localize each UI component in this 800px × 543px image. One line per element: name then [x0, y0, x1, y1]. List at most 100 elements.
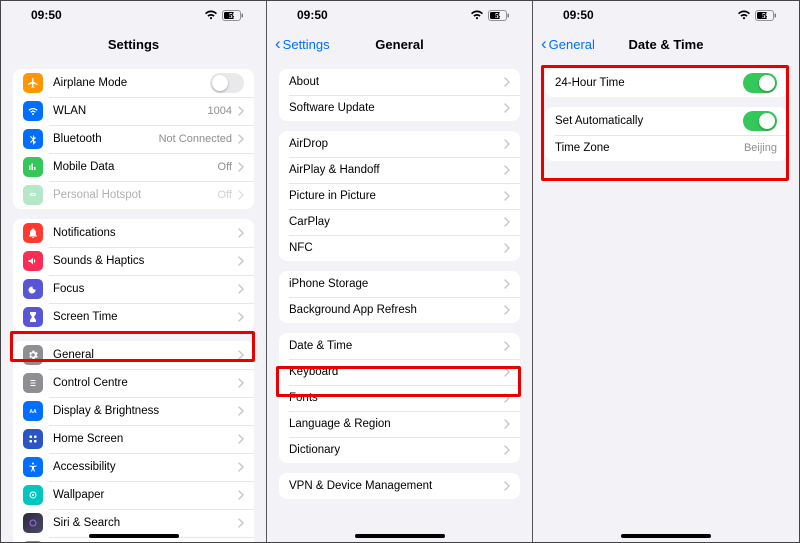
- row-label: About: [289, 76, 504, 88]
- datetime-group-24h: 24-Hour Time: [545, 69, 787, 97]
- chevron-right-icon: [504, 481, 510, 491]
- 24hour-toggle[interactable]: [743, 73, 777, 93]
- row-airdrop[interactable]: AirDrop: [279, 131, 520, 157]
- row-dictionary[interactable]: Dictionary: [279, 437, 520, 463]
- navbar: ‹General Date & Time: [533, 29, 799, 59]
- row-home-screen[interactable]: Home Screen: [13, 425, 254, 453]
- chevron-right-icon: [238, 406, 244, 416]
- row-carplay[interactable]: CarPlay: [279, 209, 520, 235]
- row-airplay[interactable]: AirPlay & Handoff: [279, 157, 520, 183]
- control-centre-icon: [23, 373, 43, 393]
- row-label: Background App Refresh: [289, 304, 504, 316]
- accessibility-icon: [23, 457, 43, 477]
- chevron-right-icon: [504, 217, 510, 227]
- home-indicator[interactable]: [89, 534, 179, 538]
- phone-date-time: 09:50 59 ‹General Date & Time 24-Hour Ti…: [533, 1, 799, 542]
- row-label: AirDrop: [289, 138, 504, 150]
- row-label: Date & Time: [289, 340, 504, 352]
- battery-icon: 59: [755, 10, 777, 21]
- chevron-right-icon: [504, 445, 510, 455]
- home-indicator[interactable]: [621, 534, 711, 538]
- svg-text:AA: AA: [29, 409, 37, 415]
- row-nfc[interactable]: NFC: [279, 235, 520, 261]
- row-pip[interactable]: Picture in Picture: [279, 183, 520, 209]
- chevron-right-icon: [238, 284, 244, 294]
- row-control-centre[interactable]: Control Centre: [13, 369, 254, 397]
- navbar-title: Date & Time: [629, 37, 704, 52]
- row-vpn[interactable]: VPN & Device Management: [279, 473, 520, 499]
- row-date-time[interactable]: Date & Time: [279, 333, 520, 359]
- airplane-toggle[interactable]: [210, 73, 244, 93]
- wifi-icon: [737, 10, 751, 20]
- row-label: Picture in Picture: [289, 190, 504, 202]
- chevron-right-icon: [238, 228, 244, 238]
- row-wlan[interactable]: WLAN 1004: [13, 97, 254, 125]
- row-wallpaper[interactable]: Wallpaper: [13, 481, 254, 509]
- settings-group-notifications: Notifications Sounds & Haptics Focus Scr…: [13, 219, 254, 331]
- row-display[interactable]: AA Display & Brightness: [13, 397, 254, 425]
- row-keyboard[interactable]: Keyboard: [279, 359, 520, 385]
- svg-text:59: 59: [495, 12, 503, 20]
- row-label: Software Update: [289, 102, 504, 114]
- chevron-right-icon: [504, 305, 510, 315]
- row-siri[interactable]: Siri & Search: [13, 509, 254, 537]
- row-mobile-data[interactable]: Mobile Data Off: [13, 153, 254, 181]
- bluetooth-icon: [23, 129, 43, 149]
- row-bg-refresh[interactable]: Background App Refresh: [279, 297, 520, 323]
- row-about[interactable]: About: [279, 69, 520, 95]
- row-general[interactable]: General: [13, 341, 254, 369]
- status-time: 09:50: [563, 8, 594, 22]
- chevron-right-icon: [504, 165, 510, 175]
- row-label: Focus: [53, 283, 238, 295]
- chevron-right-icon: [504, 279, 510, 289]
- chevron-right-icon: [504, 139, 510, 149]
- chevron-right-icon: [238, 162, 244, 172]
- row-24hour[interactable]: 24-Hour Time: [545, 69, 787, 97]
- chevron-right-icon: [238, 190, 244, 200]
- set-auto-toggle[interactable]: [743, 111, 777, 131]
- row-label: Accessibility: [53, 461, 238, 473]
- settings-group-general: General Control Centre AA Display & Brig…: [13, 341, 254, 542]
- faceid-icon: [23, 541, 43, 542]
- row-sounds[interactable]: Sounds & Haptics: [13, 247, 254, 275]
- row-label: Mobile Data: [53, 161, 218, 173]
- row-focus[interactable]: Focus: [13, 275, 254, 303]
- row-iphone-storage[interactable]: iPhone Storage: [279, 271, 520, 297]
- hotspot-icon: [23, 185, 43, 205]
- chevron-right-icon: [504, 393, 510, 403]
- status-bar: 09:50 59: [267, 1, 532, 29]
- status-time: 09:50: [297, 8, 328, 22]
- home-screen-icon: [23, 429, 43, 449]
- row-time-zone[interactable]: Time Zone Beijing: [545, 135, 787, 161]
- chevron-right-icon: [504, 419, 510, 429]
- row-software-update[interactable]: Software Update: [279, 95, 520, 121]
- general-group-input: Date & Time Keyboard Fonts Language & Re…: [279, 333, 520, 463]
- chevron-right-icon: [238, 434, 244, 444]
- home-indicator[interactable]: [355, 534, 445, 538]
- row-label: Time Zone: [555, 142, 744, 154]
- svg-text:59: 59: [762, 12, 770, 20]
- back-button[interactable]: ‹Settings: [275, 29, 330, 59]
- chevron-right-icon: [504, 243, 510, 253]
- battery-icon: 59: [488, 10, 510, 21]
- row-accessibility[interactable]: Accessibility: [13, 453, 254, 481]
- row-notifications[interactable]: Notifications: [13, 219, 254, 247]
- chevron-right-icon: [238, 490, 244, 500]
- back-button[interactable]: ‹General: [541, 29, 595, 59]
- back-label: Settings: [283, 37, 330, 52]
- row-language[interactable]: Language & Region: [279, 411, 520, 437]
- general-group-about: About Software Update: [279, 69, 520, 121]
- row-label: Sounds & Haptics: [53, 255, 238, 267]
- back-label: General: [549, 37, 595, 52]
- row-bluetooth[interactable]: Bluetooth Not Connected: [13, 125, 254, 153]
- status-time: 09:50: [31, 8, 62, 22]
- navbar-title: Settings: [108, 37, 159, 52]
- row-screen-time[interactable]: Screen Time: [13, 303, 254, 331]
- row-label: NFC: [289, 242, 504, 254]
- datetime-group-auto: Set Automatically Time Zone Beijing: [545, 107, 787, 161]
- row-airplane-mode[interactable]: Airplane Mode: [13, 69, 254, 97]
- row-fonts[interactable]: Fonts: [279, 385, 520, 411]
- row-label: VPN & Device Management: [289, 480, 504, 492]
- row-set-auto[interactable]: Set Automatically: [545, 107, 787, 135]
- wallpaper-icon: [23, 485, 43, 505]
